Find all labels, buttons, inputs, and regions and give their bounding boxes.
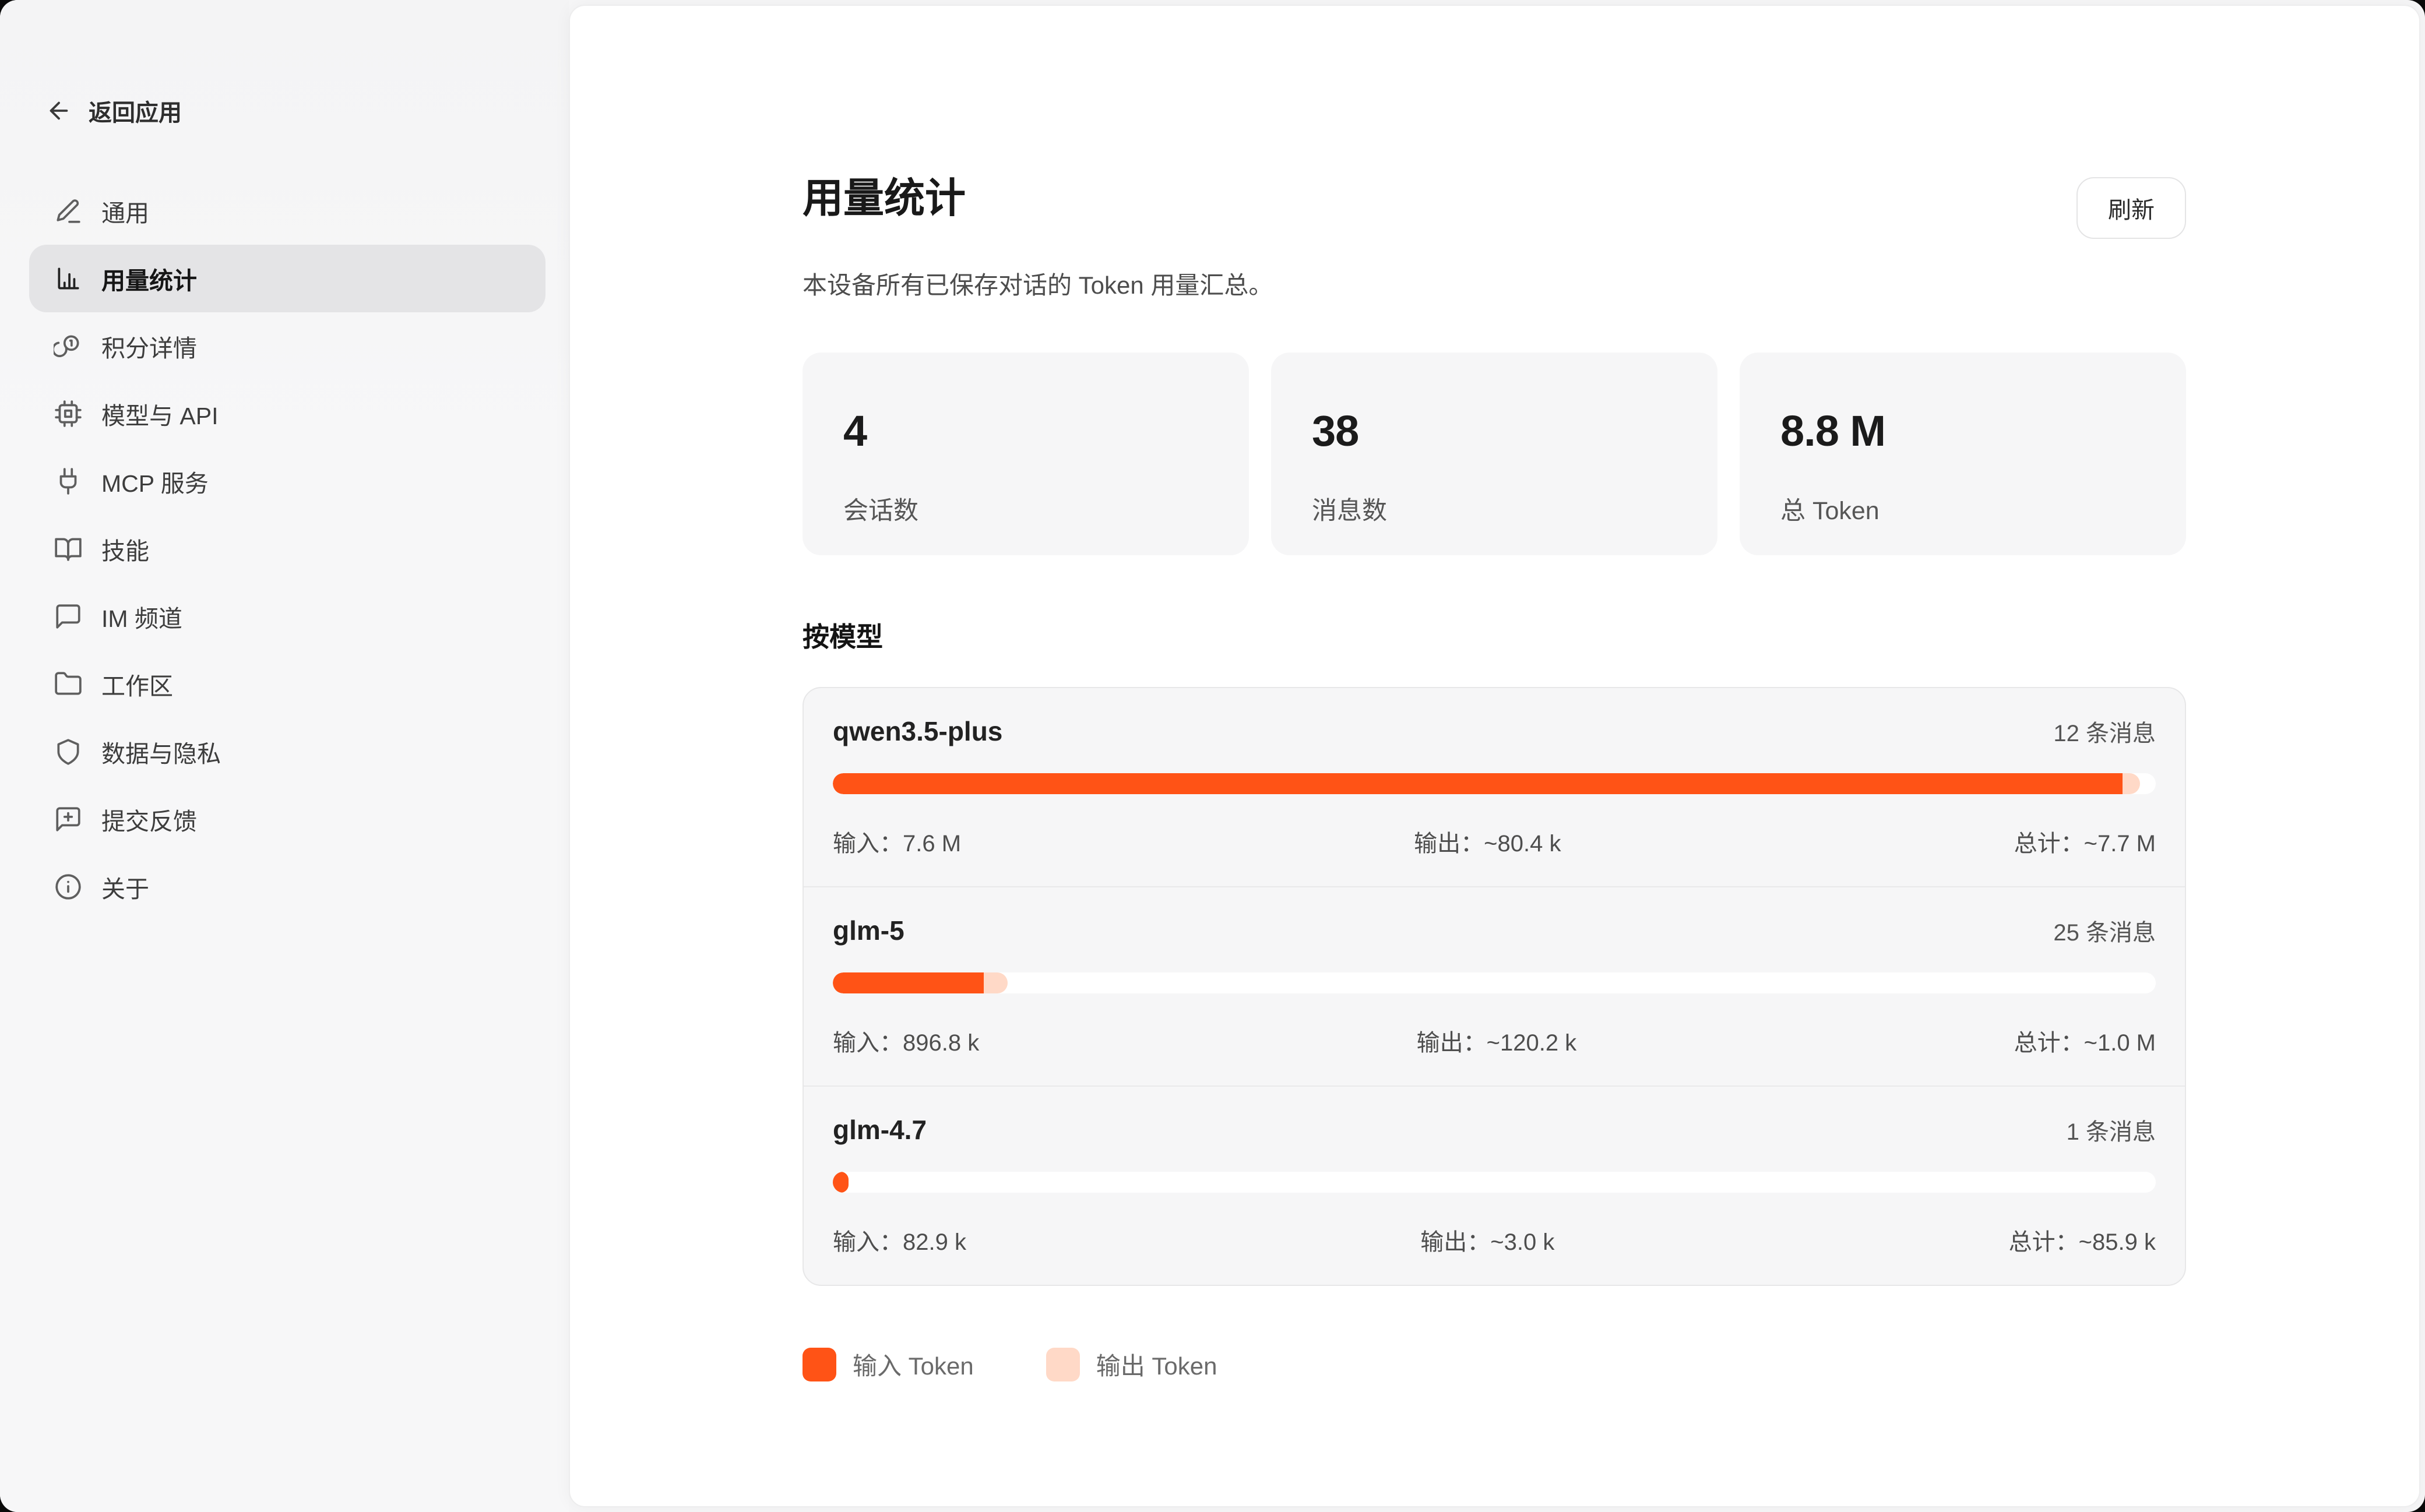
input-token-swatch: [803, 1348, 836, 1381]
page-header: 用量统计 刷新: [803, 176, 2186, 239]
output-tokens-stat: 输出：~80.4 k: [961, 824, 2014, 858]
total-tokens-stat: 总计：~85.9 k: [2009, 1223, 2156, 1257]
bar-chart-icon: [54, 264, 83, 293]
cpu-icon: [54, 399, 83, 428]
stat-card-total-tokens: 8.8 M 总 Token: [1740, 353, 2186, 555]
stat-label: 总 Token: [1780, 491, 2145, 527]
stat-cards: 4 会话数 38 消息数 8.8 M 总 Token: [803, 353, 2186, 555]
stat-card-messages: 38 消息数: [1271, 353, 1717, 555]
sidebar-item-label: MCP 服务: [101, 464, 209, 499]
app-window: 返回应用 通用 用量统计: [0, 0, 2425, 1512]
sidebar-item-label: 用量统计: [101, 261, 197, 296]
input-tokens-stat: 输入：7.6 M: [833, 824, 961, 858]
legend-label: 输入 Token: [853, 1347, 974, 1382]
total-tokens-stat: 总计：~7.7 M: [2014, 824, 2156, 858]
page-subtitle: 本设备所有已保存对话的 Token 用量汇总。: [803, 266, 2186, 301]
sidebar-item-general[interactable]: 通用: [29, 177, 545, 245]
output-tokens-stat: 输出：~3.0 k: [966, 1223, 2009, 1257]
usage-stats-panel: 用量统计 刷新 本设备所有已保存对话的 Token 用量汇总。 4 会话数 38…: [569, 5, 2420, 1507]
arrow-left-icon: [45, 97, 72, 124]
sidebar-item-label: 积分详情: [101, 329, 197, 364]
legend-item-output: 输出 Token: [1046, 1347, 1217, 1382]
stat-label: 会话数: [843, 491, 1208, 527]
refresh-button[interactable]: 刷新: [2076, 177, 2186, 239]
back-to-app-button[interactable]: 返回应用: [29, 93, 545, 128]
message-square-icon: [54, 602, 83, 631]
sidebar-item-mcp-services[interactable]: MCP 服务: [29, 447, 545, 515]
model-usage-row: glm-5 25 条消息 输入：896.8 k 输出：~120.2 k 总计：~…: [804, 886, 2185, 1085]
back-to-app-label: 返回应用: [89, 94, 182, 128]
model-name: glm-4.7: [833, 1114, 927, 1146]
sidebar-item-label: 提交反馈: [101, 802, 197, 837]
message-plus-icon: [54, 805, 83, 834]
sidebar-item-skills[interactable]: 技能: [29, 515, 545, 583]
model-message-count: 25 条消息: [2053, 914, 2156, 947]
sidebar-item-label: 模型与 API: [101, 396, 218, 431]
bar-input-fill: [833, 773, 2123, 794]
settings-sidebar: 返回应用 通用 用量统计: [0, 0, 569, 1512]
token-legend: 输入 Token 输出 Token: [803, 1347, 2186, 1382]
model-name: glm-5: [833, 915, 904, 946]
bar-input-fill: [833, 1172, 849, 1193]
token-usage-bar: [833, 972, 2156, 993]
folder-icon: [54, 669, 83, 699]
bar-output-fill: [2123, 773, 2140, 794]
by-model-heading: 按模型: [803, 616, 2186, 654]
input-tokens-stat: 输入：896.8 k: [833, 1024, 979, 1058]
book-open-icon: [54, 534, 83, 563]
plug-icon: [54, 467, 83, 496]
bar-output-fill: [984, 972, 1008, 993]
output-tokens-stat: 输出：~120.2 k: [979, 1024, 2014, 1058]
bar-input-fill: [833, 972, 984, 993]
sidebar-nav: 通用 用量统计 积: [29, 177, 545, 921]
input-tokens-stat: 输入：82.9 k: [833, 1223, 966, 1257]
coins-icon: [54, 332, 83, 361]
models-usage-list: qwen3.5-plus 12 条消息 输入：7.6 M 输出：~80.4 k …: [803, 687, 2186, 1286]
model-name: qwen3.5-plus: [833, 716, 1002, 747]
sidebar-item-models-api[interactable]: 模型与 API: [29, 380, 545, 447]
sidebar-item-label: 关于: [101, 869, 149, 904]
sidebar-item-im-channels[interactable]: IM 频道: [29, 583, 545, 650]
token-usage-bar: [833, 1172, 2156, 1193]
sidebar-item-usage-stats[interactable]: 用量统计: [29, 245, 545, 312]
model-message-count: 12 条消息: [2053, 714, 2156, 748]
sidebar-item-label: 技能: [101, 531, 149, 566]
token-usage-bar: [833, 773, 2156, 794]
sidebar-item-label: 工作区: [101, 667, 173, 702]
sidebar-item-credits[interactable]: 积分详情: [29, 312, 545, 380]
sidebar-item-workspace[interactable]: 工作区: [29, 650, 545, 718]
shield-icon: [54, 737, 83, 766]
sidebar-item-data-privacy[interactable]: 数据与隐私: [29, 718, 545, 785]
legend-item-input: 输入 Token: [803, 1347, 974, 1382]
stat-label: 消息数: [1312, 491, 1677, 527]
model-usage-row: glm-4.7 1 条消息 输入：82.9 k 输出：~3.0 k 总计：~85…: [804, 1085, 2185, 1285]
page-title: 用量统计: [803, 176, 966, 221]
info-icon: [54, 872, 83, 901]
stat-value: 38: [1312, 406, 1677, 456]
pencil-icon: [54, 196, 83, 225]
sidebar-item-label: IM 频道: [101, 599, 182, 634]
sidebar-item-feedback[interactable]: 提交反馈: [29, 785, 545, 853]
model-message-count: 1 条消息: [2067, 1113, 2156, 1147]
stat-value: 8.8 M: [1780, 406, 2145, 456]
legend-label: 输出 Token: [1096, 1347, 1217, 1382]
sidebar-item-label: 通用: [101, 193, 149, 228]
stat-card-sessions: 4 会话数: [803, 353, 1249, 555]
output-token-swatch: [1046, 1348, 1080, 1381]
model-usage-row: qwen3.5-plus 12 条消息 输入：7.6 M 输出：~80.4 k …: [804, 688, 2185, 886]
stat-value: 4: [843, 406, 1208, 456]
total-tokens-stat: 总计：~1.0 M: [2014, 1024, 2156, 1058]
sidebar-item-about[interactable]: 关于: [29, 853, 545, 921]
sidebar-item-label: 数据与隐私: [101, 734, 221, 769]
